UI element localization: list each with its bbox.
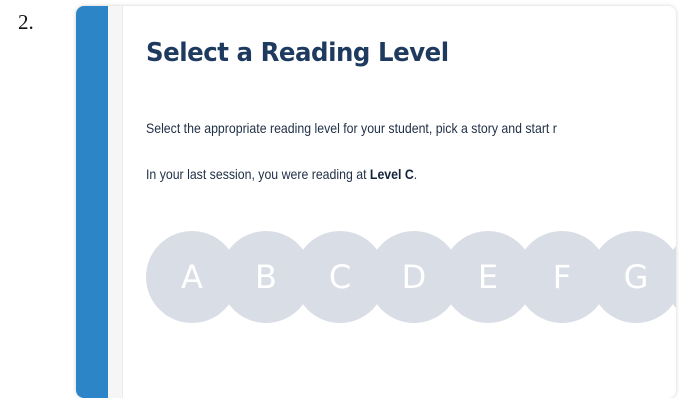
- last-session-level: Level C: [369, 166, 414, 182]
- last-session-suffix: .: [413, 166, 418, 182]
- last-session-prefix: In your last session, you were reading a…: [146, 166, 370, 182]
- level-button-a[interactable]: A: [146, 231, 238, 323]
- instruction-text: Select the appropriate reading level for…: [146, 120, 557, 136]
- card-accent-bar: [76, 6, 108, 398]
- level-selector: A B C D E F G H: [146, 231, 676, 323]
- reading-level-card: Select a Reading Level Select the approp…: [76, 6, 676, 398]
- card-body: Select a Reading Level Select the approp…: [146, 6, 676, 398]
- card-gutter: [108, 6, 123, 398]
- last-session-text: In your last session, you were reading a…: [146, 166, 417, 182]
- page-title: Select a Reading Level: [146, 38, 449, 68]
- step-number: 2.: [18, 10, 34, 34]
